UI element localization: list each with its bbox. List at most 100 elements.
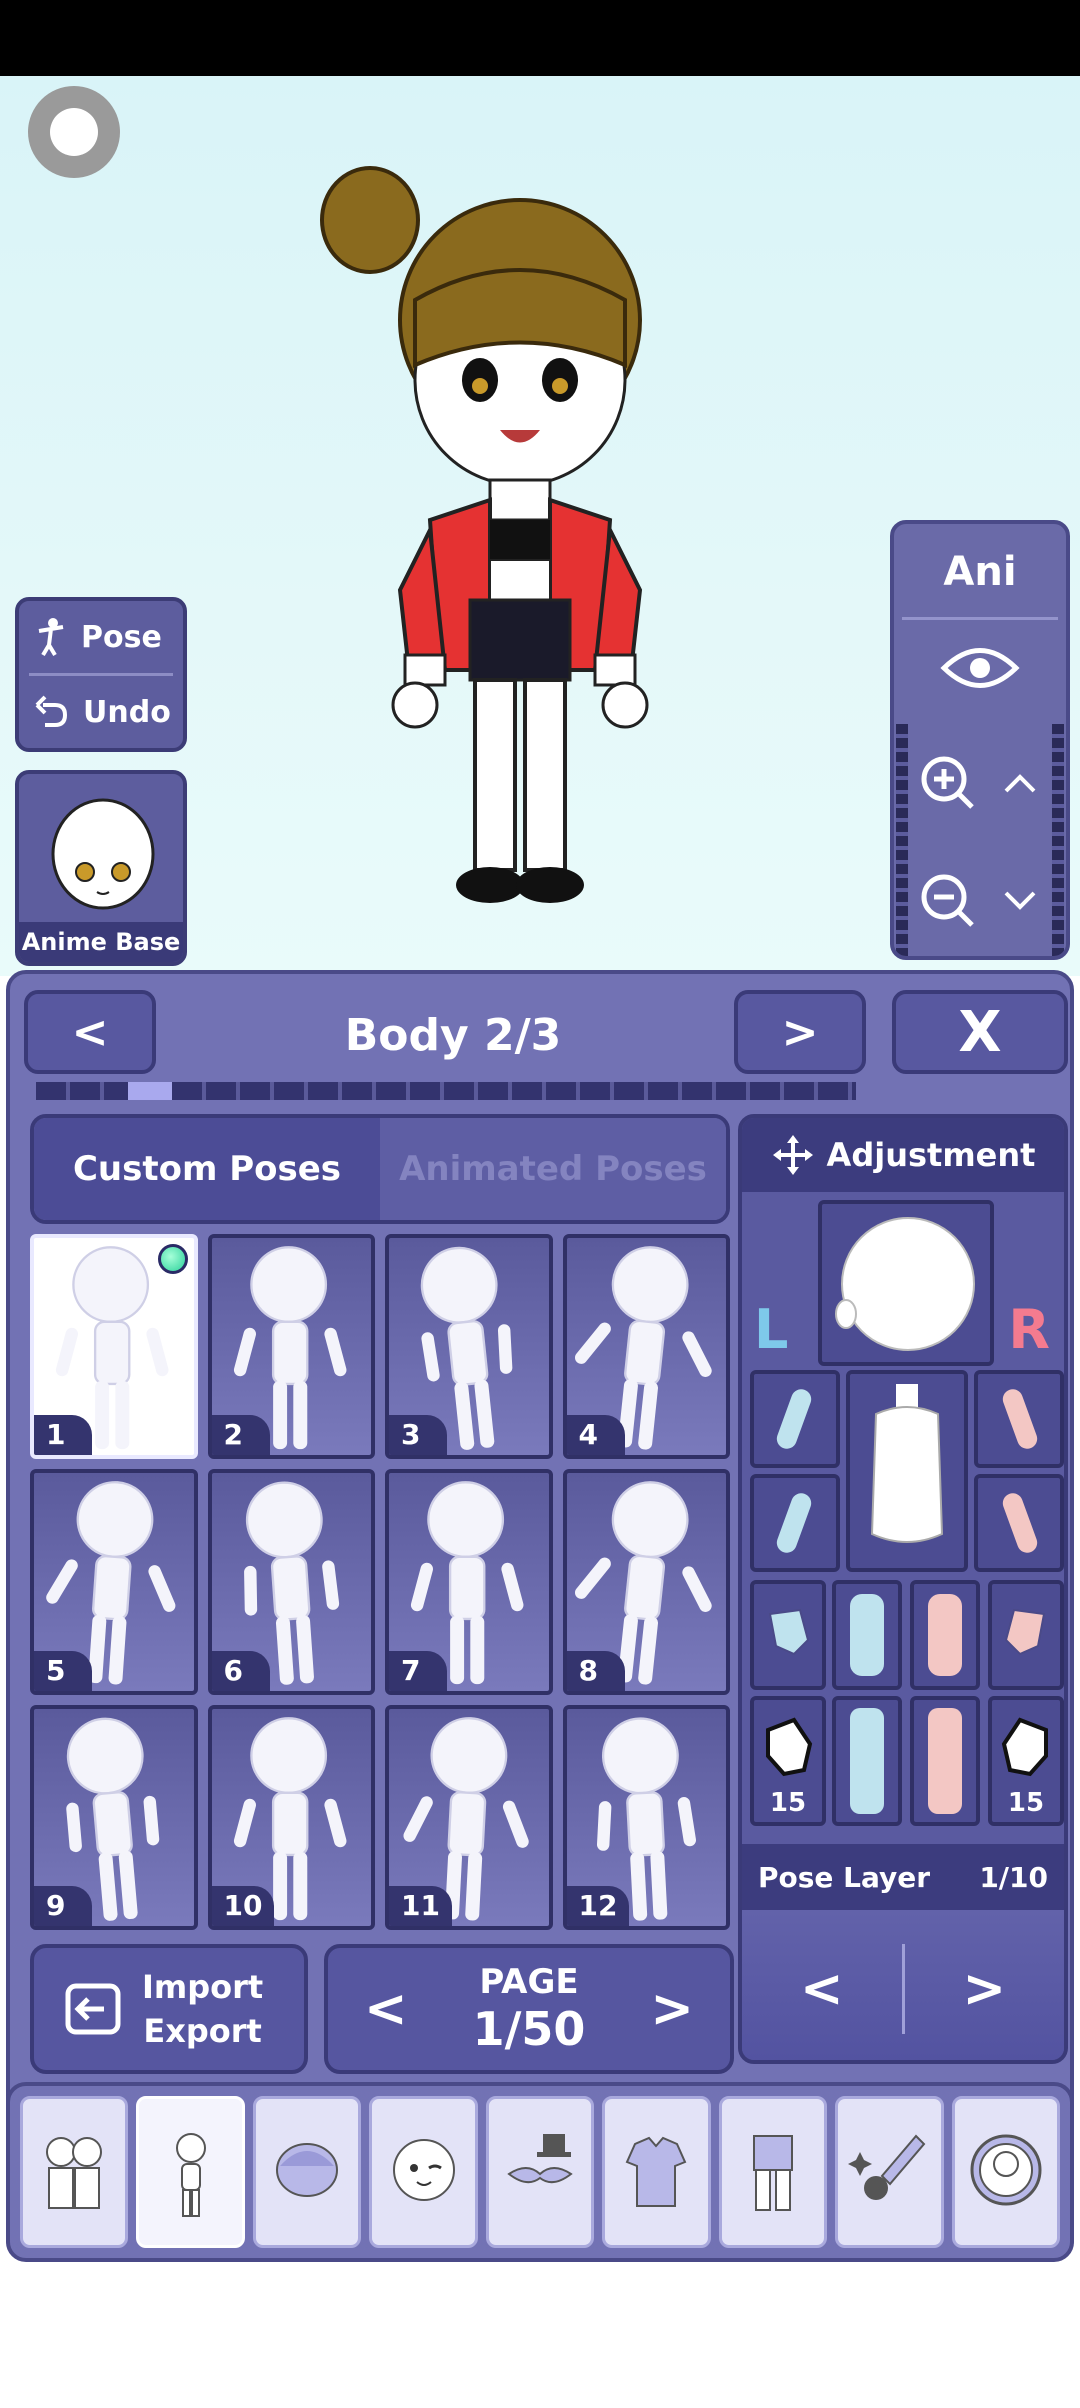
category-profile-button[interactable]	[951, 2096, 1060, 2248]
props-icon	[848, 2134, 926, 2200]
pose-thumbnail[interactable]: 6	[207, 1469, 375, 1695]
pose-thumbnail[interactable]: 8	[562, 1469, 730, 1695]
pose-thumbnail[interactable]: 10	[207, 1704, 375, 1930]
right-forearm-icon	[1002, 1493, 1038, 1553]
undo-icon	[35, 695, 68, 727]
page-next-button[interactable]: >	[650, 1979, 694, 2039]
close-button[interactable]: X	[892, 990, 1068, 1074]
pose-thumbnail[interactable]: 5	[30, 1469, 198, 1695]
right-leg-button[interactable]	[910, 1696, 980, 1826]
pose-undo-menu: Pose Undo	[15, 597, 187, 752]
pose-number: 3	[389, 1415, 447, 1456]
zoom-in-button[interactable]	[912, 724, 984, 842]
right-upper-arm-button[interactable]	[974, 1370, 1064, 1468]
adjustment-title: Adjustment	[826, 1136, 1036, 1174]
pose-number: 8	[566, 1650, 625, 1691]
profile-icon	[970, 2134, 1042, 2206]
next-category-button[interactable]: >	[734, 990, 866, 1074]
category-bar	[6, 2082, 1074, 2262]
ani-button[interactable]: Ani	[902, 524, 1058, 620]
pose-thumbnail[interactable]: 11	[385, 1704, 553, 1930]
layer-next-button[interactable]: >	[905, 1959, 1065, 2019]
left-upper-arm-icon	[776, 1389, 812, 1449]
head-part-button[interactable]	[818, 1200, 994, 1366]
pose-number: 1	[34, 1415, 92, 1456]
category-face-button[interactable]	[369, 2096, 478, 2248]
category-characters-button[interactable]	[20, 2096, 129, 2248]
left-forearm-button[interactable]	[750, 1474, 840, 1572]
right-hand-style-button[interactable]: 15	[988, 1696, 1064, 1826]
chevron-up-icon	[1004, 774, 1036, 793]
eye-icon	[940, 648, 1020, 688]
view-controls: Ani	[890, 520, 1070, 960]
pose-grid: 1 2 3 4 5 6 7 8 9 10 11 12	[30, 1234, 730, 1930]
zoom-out-button[interactable]	[912, 842, 984, 956]
left-thigh-button[interactable]	[832, 1580, 902, 1690]
right-thigh-button[interactable]	[910, 1580, 980, 1690]
pose-thumbnail[interactable]: 1	[30, 1234, 198, 1460]
right-leg-icon	[928, 1708, 962, 1814]
pose-label: Pose	[81, 619, 162, 655]
head-part-icon	[835, 1217, 975, 1351]
zoom-in-icon	[921, 756, 974, 809]
pose-thumbnail[interactable]: 7	[385, 1469, 553, 1695]
left-side-label: L	[754, 1298, 789, 1361]
pose-thumbnail[interactable]: 2	[207, 1234, 375, 1460]
torso-button[interactable]	[846, 1370, 968, 1572]
category-body-button[interactable]	[136, 2096, 245, 2248]
left-scroll-track[interactable]	[896, 724, 908, 956]
bottom-clothing-icon	[752, 2135, 793, 2211]
pose-layer-bar: Pose Layer 1/10	[742, 1844, 1064, 1910]
category-props-button[interactable]	[835, 2096, 944, 2248]
right-hand-button[interactable]	[988, 1580, 1064, 1690]
left-hand-button[interactable]	[750, 1580, 826, 1690]
left-upper-arm-button[interactable]	[750, 1370, 840, 1468]
category-accessories-button[interactable]	[485, 2096, 595, 2248]
poses-section: Custom Poses Animated Poses 1 2 3 4 5 6 7 8 9 10 1…	[24, 1114, 734, 2074]
pose-thumbnail[interactable]: 9	[30, 1704, 198, 1930]
pose-layer-nav: < >	[742, 1910, 1065, 2060]
anime-base-button[interactable]: Anime Base	[15, 770, 187, 966]
adjustment-header[interactable]: Adjustment	[742, 1118, 1064, 1192]
bald-head-icon	[51, 798, 155, 910]
left-leg-button[interactable]	[832, 1696, 902, 1826]
move-down-button[interactable]	[984, 842, 1056, 956]
pose-layer-value: 1/10	[979, 1860, 1048, 1894]
pose-number: 9	[34, 1885, 92, 1926]
category-hair-button[interactable]	[252, 2096, 362, 2248]
left-thigh-icon	[850, 1594, 884, 1676]
tab-animated-poses[interactable]: Animated Poses	[380, 1118, 726, 1220]
page-prev-button[interactable]: <	[364, 1979, 408, 2039]
panel-header: < Body 2/3 > X	[18, 982, 1068, 1106]
left-hand-count: 15	[769, 1788, 807, 1818]
category-bottom-clothing-button[interactable]	[718, 2096, 828, 2248]
move-up-button[interactable]	[984, 724, 1056, 842]
layer-prev-button[interactable]: <	[742, 1959, 902, 2019]
right-hand-style-icon	[1001, 1717, 1048, 1777]
pose-tabs: Custom Poses Animated Poses	[30, 1114, 730, 1224]
characters-icon	[46, 2137, 103, 2209]
import-export-button[interactable]: Import Export	[30, 1944, 308, 2074]
left-hand-style-icon	[766, 1717, 813, 1777]
prev-category-button[interactable]: <	[24, 990, 156, 1074]
panel-title: Body 2/3	[344, 1010, 562, 1061]
tab-custom-poses[interactable]: Custom Poses	[34, 1118, 380, 1220]
pose-thumbnail[interactable]: 3	[385, 1234, 553, 1460]
export-label: Export	[143, 2012, 262, 2050]
pose-number: 7	[389, 1650, 447, 1691]
visibility-toggle[interactable]	[894, 620, 1066, 716]
pose-number: 6	[211, 1650, 270, 1691]
pose-thumbnail[interactable]: 4	[562, 1234, 730, 1460]
menu-button[interactable]	[28, 86, 120, 178]
pose-thumbnail[interactable]: 12	[562, 1704, 730, 1930]
right-forearm-button[interactable]	[974, 1474, 1064, 1572]
import-export-icon	[65, 1983, 121, 2035]
undo-label: Undo	[83, 694, 171, 730]
undo-button[interactable]: Undo	[19, 676, 183, 748]
pose-button[interactable]: Pose	[19, 601, 183, 673]
anime-base-label: Anime Base	[19, 922, 183, 962]
left-hand-style-button[interactable]: 15	[750, 1696, 826, 1826]
pose-figure-icon	[38, 618, 64, 657]
left-forearm-icon	[776, 1493, 812, 1553]
category-top-clothing-button[interactable]	[602, 2096, 711, 2248]
